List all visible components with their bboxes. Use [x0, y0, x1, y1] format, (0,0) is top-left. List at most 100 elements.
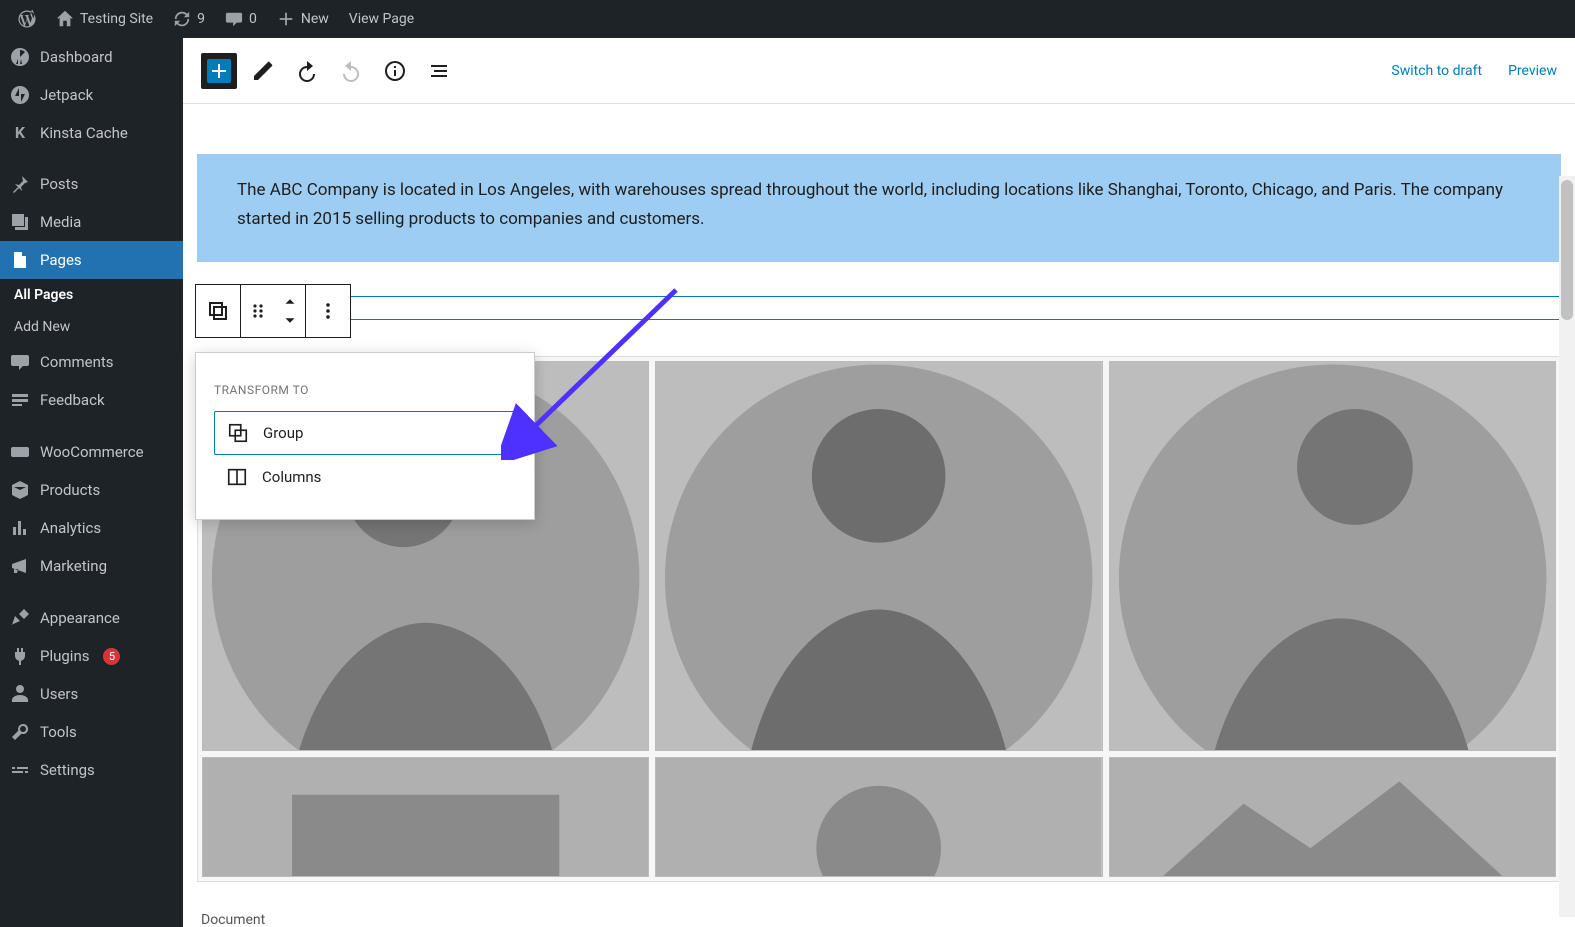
placeholder-image-icon — [203, 758, 648, 876]
gallery-image[interactable] — [202, 757, 649, 877]
transform-popover: TRANSFORM TO Group Columns — [195, 352, 535, 520]
redo-button[interactable] — [333, 53, 369, 89]
sidebar-item-label: Settings — [40, 761, 95, 779]
admin-sidebar: Dashboard Jetpack K Kinsta Cache Posts M… — [0, 38, 183, 927]
columns-icon — [226, 466, 248, 488]
paragraph-text: The ABC Company is located in Los Angele… — [237, 180, 1503, 229]
redo-icon — [339, 59, 363, 83]
sidebar-item-settings[interactable]: Settings — [0, 751, 183, 789]
drag-icon — [246, 299, 270, 323]
more-options-button[interactable] — [306, 285, 350, 337]
comment-icon — [10, 352, 30, 372]
sidebar-item-media[interactable]: Media — [0, 203, 183, 241]
sidebar-item-jetpack[interactable]: Jetpack — [0, 76, 183, 114]
sidebar-item-label: Feedback — [40, 391, 105, 409]
switch-to-draft-button[interactable]: Switch to draft — [1391, 63, 1482, 79]
settings-icon — [10, 760, 30, 780]
sidebar-item-tools[interactable]: Tools — [0, 713, 183, 751]
sidebar-item-label: Jetpack — [40, 86, 93, 104]
scrollbar-thumb[interactable] — [1561, 180, 1573, 320]
pencil-icon — [251, 59, 275, 83]
chevron-up-icon — [281, 292, 299, 310]
outline-button[interactable] — [421, 53, 457, 89]
sidebar-item-dashboard[interactable]: Dashboard — [0, 38, 183, 76]
selected-paragraph-block[interactable]: The ABC Company is located in Los Angele… — [197, 154, 1561, 262]
sidebar-item-products[interactable]: Products — [0, 471, 183, 509]
pin-icon — [10, 174, 30, 194]
group-icon — [227, 422, 249, 444]
sidebar-item-comments[interactable]: Comments — [0, 343, 183, 381]
sidebar-item-users[interactable]: Users — [0, 675, 183, 713]
block-transform-button[interactable] — [196, 285, 240, 337]
undo-icon — [295, 59, 319, 83]
transform-option-columns[interactable]: Columns — [214, 455, 516, 499]
move-down-button[interactable] — [275, 311, 305, 331]
sidebar-item-label: Kinsta Cache — [40, 124, 128, 142]
marketing-icon — [10, 556, 30, 576]
placeholder-image-icon — [656, 758, 1101, 876]
plus-icon — [207, 59, 231, 83]
sidebar-item-marketing[interactable]: Marketing — [0, 547, 183, 585]
outline-icon — [427, 59, 451, 83]
gallery-image[interactable] — [655, 757, 1102, 877]
sidebar-item-pages[interactable]: Pages — [0, 241, 183, 279]
document-label: Document — [201, 912, 1557, 927]
sidebar-item-kinsta[interactable]: K Kinsta Cache — [0, 114, 183, 151]
analytics-icon — [10, 518, 30, 538]
sidebar-item-label: WooCommerce — [40, 443, 144, 461]
info-button[interactable] — [377, 53, 413, 89]
sidebar-item-label: Users — [40, 685, 78, 703]
sidebar-item-woocommerce[interactable]: WooCommerce — [0, 433, 183, 471]
submenu-all-pages[interactable]: All Pages — [0, 279, 183, 311]
multiblock-icon — [206, 299, 230, 323]
gallery-image[interactable] — [655, 361, 1102, 751]
sidebar-item-feedback[interactable]: Feedback — [0, 381, 183, 419]
editor-canvas[interactable]: The ABC Company is located in Los Angele… — [183, 104, 1575, 927]
transform-option-label: Columns — [262, 468, 321, 486]
updates[interactable]: 9 — [163, 0, 215, 38]
appearance-icon — [10, 608, 30, 628]
sidebar-item-plugins[interactable]: Plugins 5 — [0, 637, 183, 675]
tools-icon — [10, 722, 30, 742]
jetpack-icon — [10, 85, 30, 105]
submenu-add-new[interactable]: Add New — [0, 311, 183, 343]
sidebar-item-appearance[interactable]: Appearance — [0, 599, 183, 637]
edit-mode-button[interactable] — [245, 53, 281, 89]
sidebar-item-label: Analytics — [40, 519, 101, 537]
gallery-image[interactable] — [1109, 757, 1556, 877]
move-up-button[interactable] — [275, 291, 305, 311]
plugins-icon — [10, 646, 30, 666]
sidebar-item-label: Marketing — [40, 557, 107, 575]
view-page[interactable]: View Page — [339, 0, 424, 38]
info-icon — [383, 59, 407, 83]
wp-logo[interactable] — [8, 0, 46, 38]
site-name[interactable]: Testing Site — [46, 0, 163, 38]
new-label: New — [301, 11, 329, 27]
sidebar-item-posts[interactable]: Posts — [0, 165, 183, 203]
media-icon — [10, 212, 30, 232]
transform-option-group[interactable]: Group — [214, 411, 516, 455]
comments[interactable]: 0 — [215, 0, 267, 38]
pages-submenu: All Pages Add New — [0, 279, 183, 343]
feedback-icon — [10, 390, 30, 410]
heading-placeholder-block[interactable] — [197, 296, 1561, 320]
editor-area: Switch to draft Preview The ABC Company … — [183, 38, 1575, 927]
drag-handle[interactable] — [241, 285, 275, 337]
sidebar-item-label: Tools — [40, 723, 77, 741]
vertical-scrollbar[interactable] — [1559, 176, 1575, 917]
comments-count: 0 — [249, 11, 257, 27]
sidebar-item-label: Appearance — [40, 609, 120, 627]
add-block-button[interactable] — [201, 53, 237, 89]
gallery-image[interactable] — [1109, 361, 1556, 751]
new-content[interactable]: New — [267, 0, 339, 38]
kinsta-icon: K — [10, 123, 30, 142]
sidebar-item-analytics[interactable]: Analytics — [0, 509, 183, 547]
plugin-count-badge: 5 — [103, 648, 120, 665]
preview-button[interactable]: Preview — [1508, 63, 1557, 79]
page-icon — [10, 250, 30, 270]
view-page-label: View Page — [349, 11, 414, 27]
undo-button[interactable] — [289, 53, 325, 89]
transform-label: TRANSFORM TO — [214, 383, 516, 397]
products-icon — [10, 480, 30, 500]
site-name-label: Testing Site — [80, 11, 153, 27]
